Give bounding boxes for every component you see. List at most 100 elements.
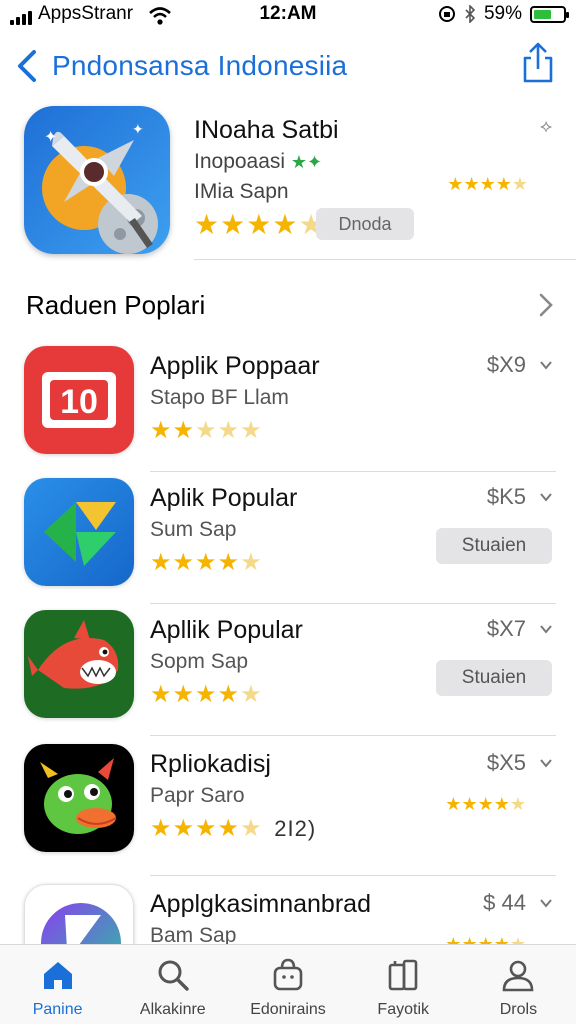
get-button[interactable]: Stuaien [436, 660, 552, 696]
star-icon: ★ [493, 794, 510, 814]
star-icon: ★ [445, 794, 462, 814]
star-icon: ★ [217, 815, 241, 842]
star-icon: ★ [240, 815, 263, 842]
search-icon [158, 960, 189, 991]
featured-app-name: INoaha Satbi [194, 116, 339, 144]
back-chevron-icon[interactable] [12, 46, 40, 86]
tab-home[interactable]: Panine [0, 945, 115, 1024]
k-app-icon[interactable] [24, 884, 134, 944]
tab-label: Panine [32, 1001, 83, 1018]
star-icon: ★ [479, 174, 496, 194]
star-icon: ★ [195, 815, 218, 842]
tab-label: Fayotik [377, 1001, 429, 1018]
star-icon: ★ [217, 549, 241, 576]
tab-label: Drols [499, 1001, 538, 1018]
featured-app-developer: IMia Sapn [194, 180, 289, 203]
tab-store[interactable]: Edonirains [230, 945, 345, 1024]
chevron-down-icon[interactable] [538, 896, 554, 910]
star-icon: ★ [272, 209, 299, 240]
star-icon: ★ [461, 794, 478, 814]
star-icon: ★ [150, 681, 173, 708]
star-icon: ★ [493, 934, 510, 944]
featured-more-icon[interactable]: ⟡ [540, 116, 552, 137]
star-icon: ★ [194, 209, 221, 240]
get-button[interactable]: Stuaien [436, 528, 552, 564]
app-rating-stars: ★★★★★ [150, 680, 263, 709]
app-subtitle: Sum Sap [150, 518, 237, 541]
battery-percent: 59% [483, 3, 522, 24]
tab-bar: Panine Alkakinre Edonirains Fayotik Drol… [0, 944, 576, 1024]
dragon-app-icon[interactable] [24, 744, 134, 852]
list-item[interactable]: Applgkasimnanbrad Bam Sap $ 44 ★★★★★ [0, 878, 576, 944]
sparkle-icon: ★✦ [290, 152, 323, 172]
app-small-rating-stars: ★★★★★ [445, 794, 526, 815]
chevron-down-icon[interactable] [538, 756, 554, 770]
devices-icon [388, 959, 418, 991]
section-title: Raduen Poplari [26, 290, 206, 320]
app-subtitle: Bam Sap [150, 924, 237, 944]
app-subtitle: Papr Saro [150, 784, 245, 807]
star-icon: ★ [195, 549, 218, 576]
star-icon: ★ [240, 681, 263, 708]
star-icon: ★ [463, 174, 480, 194]
battery-icon [530, 5, 569, 23]
star-icon: ★ [461, 934, 478, 944]
bluetooth-icon [465, 5, 476, 23]
star-icon: ★ [511, 174, 528, 194]
star-icon: ★ [509, 934, 526, 944]
list-item[interactable]: Apllik Popular Sopm Sap ★★★★★ $X7 Stuaie… [0, 604, 576, 736]
rocket-app-icon[interactable]: ✦ ✦ [24, 106, 170, 254]
app-price: $X5 [486, 750, 526, 775]
status-right: 59% [438, 3, 569, 25]
star-icon: ★ [447, 174, 464, 194]
chevron-right-icon[interactable] [538, 292, 554, 318]
divider [150, 735, 556, 736]
star-icon: ★ [172, 549, 196, 576]
star-icon: ★ [240, 549, 263, 576]
tab-label: Alkakinre [139, 1001, 206, 1018]
star-icon: ★ [477, 794, 494, 814]
featured-app[interactable]: ✦ ✦ INoaha Satbi Inopoaasi ★✦ IMia Sapn … [0, 100, 576, 262]
app-small-rating-stars: ★★★★★ [445, 934, 526, 944]
list-item[interactable]: Rpliokadisj Papr Saro ★★★★★ 2I2) $X5 ★★★… [0, 738, 576, 876]
share-icon[interactable] [520, 42, 556, 84]
battery-fill [534, 9, 551, 19]
list-item[interactable]: Aplik Popular Sum Sap ★★★★★ $K5 Stuaien [0, 472, 576, 604]
star-icon: ★ [195, 417, 218, 444]
divider [150, 875, 556, 876]
star-icon: ★ [150, 815, 173, 842]
star-icon: ★ [172, 681, 196, 708]
featured-get-button[interactable]: Dnoda [316, 208, 414, 240]
shark-app-icon[interactable] [24, 610, 134, 718]
app-subtitle: Sopm Sap [150, 650, 249, 673]
star-icon: ★ [150, 417, 173, 444]
app-rating-stars: ★★★★★ [150, 815, 263, 842]
list-item[interactable]: 10 Applik Poppaar Stapo BF Llam ★★★★★ $X… [0, 340, 576, 472]
featured-app-subtitle: Inopoaasi ★✦ [194, 150, 322, 174]
nav-bar: Pndonsansa Indonesiia [0, 38, 576, 96]
chevron-down-icon[interactable] [538, 622, 554, 636]
lock-rotation-icon [438, 6, 455, 22]
page-title: Pndonsansa Indonesiia [52, 50, 348, 81]
chevron-down-icon[interactable] [538, 358, 554, 372]
section-header[interactable]: Raduen Poplari [0, 280, 576, 330]
svg-text:✦: ✦ [44, 129, 57, 146]
tab-profile[interactable]: Drols [461, 945, 576, 1024]
tab-search[interactable]: Alkakinre [115, 945, 230, 1024]
star-icon: ★ [195, 681, 218, 708]
app-rating-row: ★★★★★ 2I2) [150, 814, 316, 843]
person-icon [503, 960, 534, 992]
star-icon: ★ [172, 417, 196, 444]
chevron-down-icon[interactable] [538, 490, 554, 504]
app-name: Rpliokadisj [150, 750, 271, 778]
featured-rating-stars: ★★★★★ [194, 208, 325, 241]
app-price: $ 44 [483, 890, 526, 915]
g-app-icon[interactable] [24, 478, 134, 586]
star-icon: ★ [509, 794, 526, 814]
star-icon: ★ [477, 934, 494, 944]
divider [194, 259, 576, 260]
tab-devices[interactable]: Fayotik [346, 945, 461, 1024]
app-price: $X7 [486, 616, 526, 641]
ten-app-icon[interactable]: 10 [24, 346, 134, 454]
status-bar: AppsStranr 12:AM 59% [0, 0, 576, 30]
